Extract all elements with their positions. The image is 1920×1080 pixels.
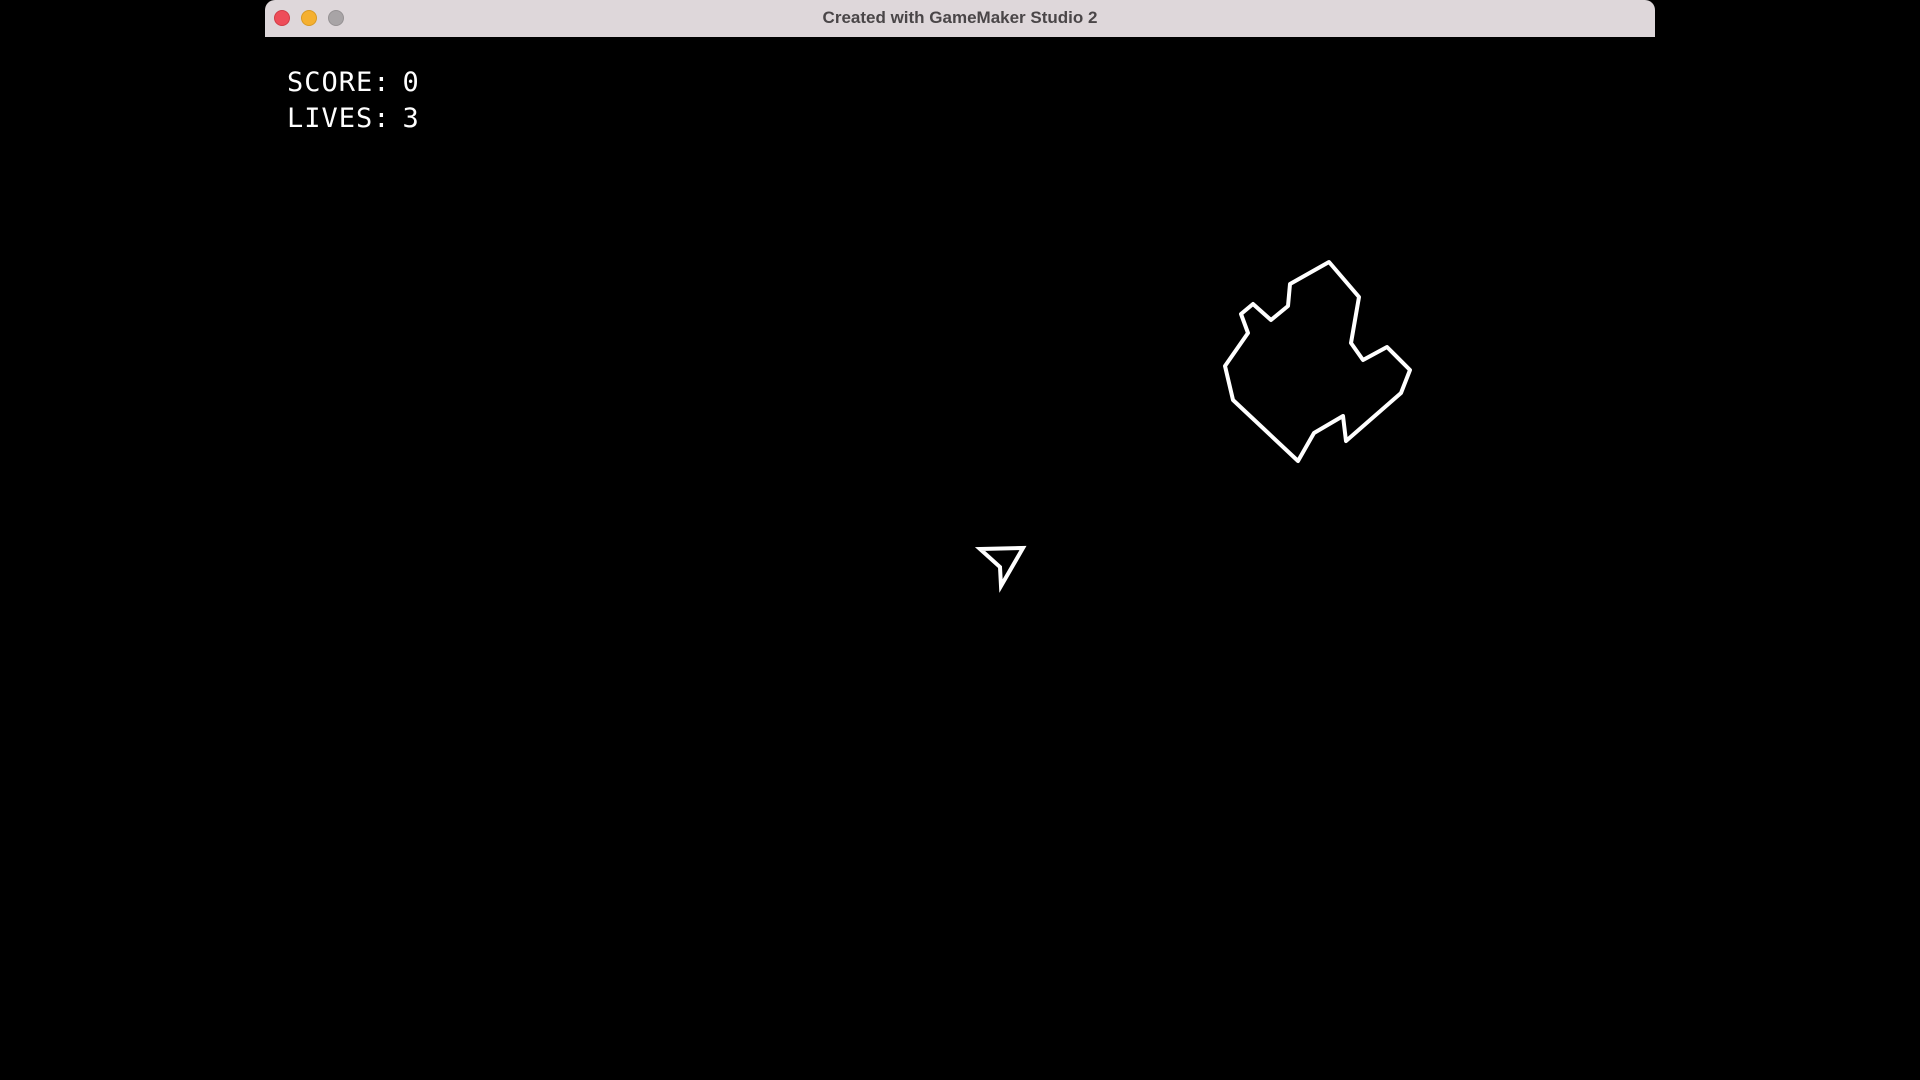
window-titlebar[interactable]: Created with GameMaker Studio 2 xyxy=(265,0,1655,38)
game-canvas[interactable]: SCORE: 0 LIVES: 3 xyxy=(265,37,1655,1080)
asteroid-outline-icon xyxy=(1223,260,1412,463)
window-title: Created with GameMaker Studio 2 xyxy=(822,8,1098,27)
desktop-background: Created with GameMaker Studio 2 SCORE: 0 … xyxy=(0,0,1920,1080)
game-window: Created with GameMaker Studio 2 SCORE: 0 … xyxy=(265,0,1655,1080)
game-scene xyxy=(974,260,1412,593)
ship-arrow-icon[interactable] xyxy=(974,545,1027,593)
